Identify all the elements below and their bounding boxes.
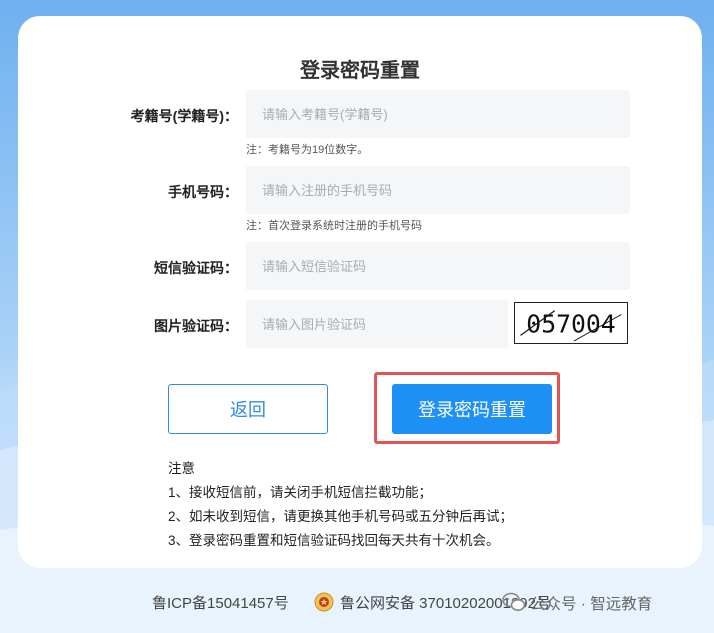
notes-heading: 注意 <box>168 461 195 476</box>
exam-no-hint: 注：考籍号为19位数字。 <box>246 144 369 156</box>
footer: 鲁ICP备15041457号 鲁公网安备 37010202001292号 公众号… <box>0 590 714 614</box>
phone-hint: 注：首次登录系统时注册的手机号码 <box>246 220 422 232</box>
note-item: 2、如未收到短信，请更换其他手机号码或五分钟后再试； <box>168 509 514 524</box>
note-item: 3、登录密码重置和短信验证码找回每天共有十次机会。 <box>168 533 500 548</box>
captcha-text: 057004 <box>526 310 615 339</box>
back-button[interactable]: 返回 <box>168 384 328 434</box>
captcha-image[interactable]: 057004 <box>514 302 628 344</box>
notes-section: 注意 1、接收短信前，请关闭手机短信拦截功能； 2、如未收到短信，请更换其他手机… <box>168 457 513 553</box>
reset-password-button[interactable]: 登录密码重置 <box>392 384 552 434</box>
exam-no-input[interactable] <box>246 90 630 138</box>
watermark-text: 公众号 · 智远教育 <box>530 596 653 613</box>
note-item: 1、接收短信前，请关闭手机短信拦截功能； <box>168 485 433 500</box>
exam-no-label: 考籍号(学籍号)： <box>130 108 238 124</box>
image-code-input[interactable] <box>246 300 508 348</box>
icp-link[interactable]: 鲁ICP备15041457号 <box>152 592 289 613</box>
police-badge-icon <box>314 592 334 612</box>
sms-code-input[interactable] <box>246 242 630 290</box>
wechat-icon <box>502 592 526 611</box>
page-title: 登录密码重置 <box>300 60 420 82</box>
reset-card: 登录密码重置 考籍号(学籍号)： 注：考籍号为19位数字。 手机号码： 注：首次… <box>18 16 702 568</box>
phone-label: 手机号码： <box>168 184 238 200</box>
image-code-label: 图片验证码： <box>154 318 238 334</box>
sms-code-label: 短信验证码： <box>154 260 238 276</box>
phone-input[interactable] <box>246 166 630 214</box>
